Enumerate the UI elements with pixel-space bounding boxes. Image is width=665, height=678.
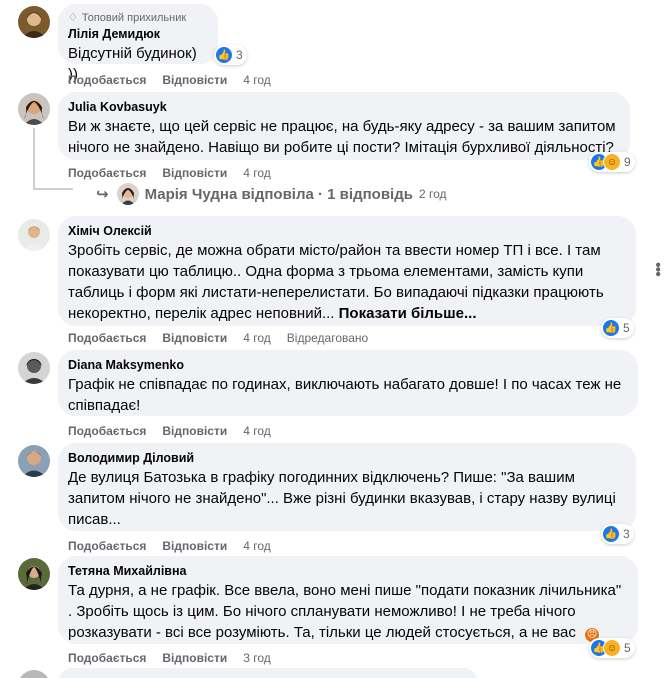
reaction-summary[interactable]: 👍 3	[601, 524, 634, 544]
thread-connector	[33, 188, 73, 190]
comment-body: Та дурня, а не графік. Все ввела, воно м…	[68, 582, 622, 641]
comment-text: Ви ж знаєте, що цей сервіс не працює, на…	[68, 118, 616, 156]
comment-author[interactable]: Хіміч Олексій	[68, 223, 626, 240]
reply-time: 2 год	[418, 187, 447, 201]
care-icon: ☺	[603, 639, 621, 657]
like-button[interactable]: Подобається	[68, 538, 146, 554]
like-button[interactable]: Подобається	[68, 165, 146, 181]
more-options-icon[interactable]: •••	[648, 262, 665, 276]
comment-text: Зробіть сервіс, де можна обрати місто/ра…	[68, 240, 626, 324]
reply-arrow-icon: ↪	[96, 186, 109, 203]
comment-actions: Подобається Відповісти 4 год Відредагова…	[68, 330, 384, 346]
avatar[interactable]	[18, 670, 50, 678]
reply-button[interactable]: Відповісти	[162, 538, 227, 554]
reply-button[interactable]: Відповісти	[162, 330, 227, 346]
timestamp[interactable]: 3 год	[243, 650, 271, 666]
comment-actions: Подобається Відповісти 4 год	[68, 165, 287, 181]
comment-bubble: Тетяна Михайлівна Та дурня, а не графік.…	[58, 556, 638, 644]
comment-author[interactable]: Володимир Діловий	[68, 450, 626, 467]
avatar[interactable]	[18, 93, 50, 125]
care-icon: ☺	[603, 153, 621, 171]
comment-actions: Подобається Відповісти 4 год	[68, 538, 287, 554]
timestamp[interactable]: 4 год	[243, 538, 271, 554]
edited-label: Відредаговано	[286, 331, 369, 345]
avatar[interactable]	[18, 219, 50, 251]
comment-text: Та дурня, а не графік. Все ввела, воно м…	[68, 580, 628, 643]
like-button[interactable]: Подобається	[68, 72, 146, 88]
like-icon: 👍	[215, 46, 233, 64]
timestamp[interactable]: 4 год	[243, 165, 271, 181]
comment-bubble	[58, 668, 478, 678]
like-button[interactable]: Подобається	[68, 423, 146, 439]
comment-bubble: ♢ Топовий прихильник Лілія Демидюк Відсу…	[58, 4, 218, 83]
reaction-summary[interactable]: 👍 ☺ 9	[589, 152, 635, 172]
thread-line	[33, 128, 35, 190]
comment-text: Де вулиця Батозька в графіку погодинних …	[68, 469, 616, 528]
comment-author[interactable]: Лілія Демидюк	[68, 26, 208, 43]
comment-bubble: Володимир Діловий Де вулиця Батозька в г…	[58, 443, 636, 531]
reaction-summary[interactable]: 👍 ☺ 5	[589, 638, 635, 658]
top-fan-badge: ♢ Топовий прихильник	[68, 11, 208, 25]
timestamp[interactable]: 4 год	[243, 72, 271, 88]
timestamp[interactable]: 4 год	[243, 330, 271, 346]
comment-actions: Подобається Відповісти 4 год	[68, 72, 287, 88]
like-button[interactable]: Подобається	[68, 650, 146, 666]
badge-label: Топовий прихильник	[81, 12, 187, 24]
reply-button[interactable]: Відповісти	[162, 165, 227, 181]
reaction-count: 3	[623, 527, 630, 541]
comment-bubble: Хіміч Олексій Зробіть сервіс, де можна о…	[58, 216, 636, 326]
reaction-summary[interactable]: 👍 5	[601, 318, 634, 338]
like-icon: 👍	[602, 319, 620, 337]
comment-body: Зробіть сервіс, де можна обрати місто/ра…	[68, 242, 604, 322]
timestamp[interactable]: 4 год	[243, 423, 271, 439]
avatar[interactable]	[18, 445, 50, 477]
avatar[interactable]	[18, 6, 50, 38]
comment-actions: Подобається Відповісти 3 год	[68, 650, 287, 666]
like-button[interactable]: Подобається	[68, 330, 146, 346]
like-icon: 👍	[602, 525, 620, 543]
comment-bubble: Julia Kovbasuyk Ви ж знаєте, що цей серв…	[58, 92, 630, 160]
reaction-count: 5	[623, 321, 630, 335]
reply-button[interactable]: Відповісти	[162, 423, 227, 439]
avatar[interactable]	[18, 352, 50, 384]
reply-button[interactable]: Відповісти	[162, 72, 227, 88]
reply-button[interactable]: Відповісти	[162, 650, 227, 666]
reaction-count: 5	[624, 641, 631, 655]
reaction-summary[interactable]: 👍 3	[214, 45, 247, 65]
comment-author[interactable]: Diana Maksymenko	[68, 357, 628, 374]
comment-author[interactable]: Тетяна Михайлівна	[68, 563, 628, 580]
reaction-count: 3	[236, 48, 243, 62]
reply-summary-text[interactable]: Марія Чудна відповіла · 1 відповідь	[145, 186, 413, 203]
avatar[interactable]	[18, 558, 50, 590]
comment-author[interactable]: Julia Kovbasuyk	[68, 99, 620, 116]
reaction-count: 9	[624, 155, 631, 169]
comment-text: Графік не співпадає по годинах, виключаю…	[68, 376, 622, 414]
diamond-icon: ♢	[68, 12, 78, 24]
comment-actions: Подобається Відповісти 4 год	[68, 423, 287, 439]
comment-bubble: Diana Maksymenko Графік не співпадає по …	[58, 350, 638, 416]
reply-avatar	[116, 183, 139, 205]
view-replies-link[interactable]: ↪ Марія Чудна відповіла · 1 відповідь 2 …	[96, 183, 447, 205]
see-more-link[interactable]: Показати більше...	[339, 305, 477, 322]
